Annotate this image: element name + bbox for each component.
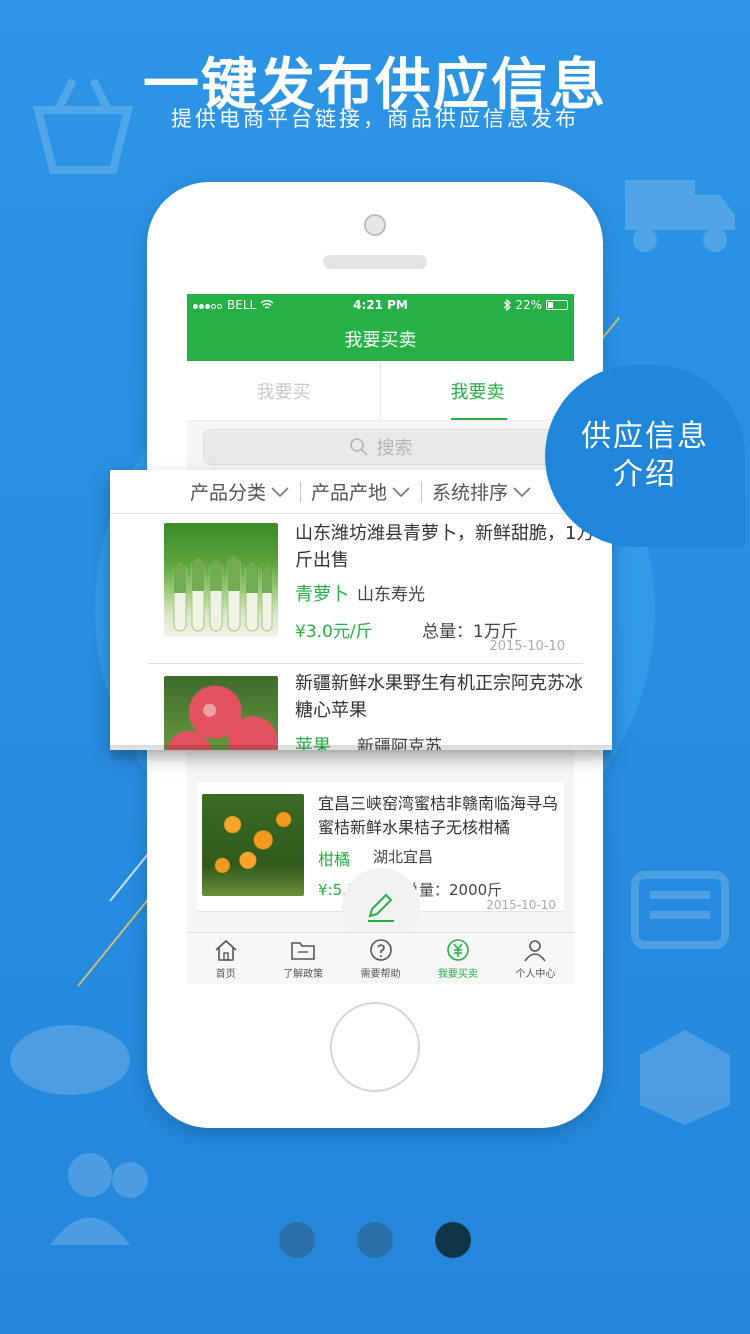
page-dot[interactable] — [357, 1222, 393, 1258]
nav-policy-label: 了解政策 — [283, 969, 324, 980]
phone-home-button[interactable] — [330, 1002, 420, 1092]
nav-help[interactable]: 需要帮助 — [342, 933, 419, 984]
badge-line-1: 供应信息 — [581, 419, 709, 454]
nav-trade-label: 我要买卖 — [437, 969, 478, 980]
folder-icon — [291, 942, 315, 960]
yen-icon — [447, 939, 469, 961]
chevron-down-icon — [513, 486, 531, 497]
promo-subtitle: 提供电商平台链接，商品供应信息发布 — [171, 107, 579, 131]
search-bar: 搜索 — [187, 421, 574, 469]
nav-profile-label: 个人中心 — [515, 969, 556, 980]
nav-home-label: 首页 — [215, 969, 236, 980]
search-icon — [349, 438, 368, 456]
page-dot[interactable] — [279, 1222, 315, 1258]
listing-title: 宜昌三峡窑湾蜜桔非赣南临海寻乌蜜桔新鲜水果桔子无核柑橘 — [318, 794, 559, 837]
phone-speaker — [323, 255, 427, 269]
list-item[interactable]: 山东潍坊潍县青萝卜，新鲜甜脆，1万斤出售 青萝卜 山东寿光 ¥3.0元/斤 总量… — [148, 514, 594, 664]
filter-sort[interactable]: 系统排序 — [422, 481, 542, 504]
cart-icon — [631, 871, 729, 949]
filter-origin-label: 产品产地 — [311, 482, 388, 504]
radish-photo — [164, 523, 278, 637]
nav-help-label: 需要帮助 — [360, 969, 401, 980]
listing-price: ¥3.0元/斤 — [295, 622, 373, 642]
tab-sell[interactable]: 我要卖 — [381, 361, 574, 420]
listing-tag: 青萝卜 — [295, 584, 349, 605]
pencil-icon — [368, 893, 394, 922]
filter-sort-label: 系统排序 — [432, 482, 509, 504]
wifi-icon — [260, 300, 274, 309]
listing-tag: 柑橘 — [318, 850, 351, 869]
buy-sell-tabs: 我要买 我要卖 — [187, 361, 574, 421]
person-icon — [524, 940, 546, 962]
battery-icon — [546, 300, 568, 310]
page-dot-active[interactable] — [435, 1222, 471, 1258]
filter-origin[interactable]: 产品产地 — [301, 480, 423, 504]
badge-line-2: 介绍 — [613, 457, 677, 492]
status-bar: BELL 4:21 PM 22% — [187, 294, 574, 316]
page-indicator — [0, 1222, 750, 1258]
apple-photo — [164, 676, 278, 750]
search-input[interactable]: 搜索 — [203, 429, 558, 465]
chevron-down-icon — [271, 486, 289, 497]
listing-title: 新疆新鲜水果野生有机正宗阿克苏冰糖心苹果 — [295, 673, 583, 721]
nav-home[interactable]: 首页 — [187, 933, 264, 984]
listing-title: 山东潍坊潍县青萝卜，新鲜甜脆，1万斤出售 — [295, 523, 595, 571]
panel-shadow — [110, 745, 612, 763]
help-icon — [369, 939, 392, 961]
battery-percent: 22% — [515, 298, 542, 312]
nav-trade[interactable]: 我要买卖 — [419, 933, 496, 984]
listing-origin: 湖北宜昌 — [373, 848, 434, 866]
truck-icon — [625, 180, 735, 252]
listing-date: 2015-10-10 — [486, 898, 556, 912]
radish-shapes — [173, 556, 273, 632]
listing-date: 2015-10-10 — [489, 639, 565, 654]
feature-badge: 供应信息 介绍 — [545, 365, 745, 547]
tab-buy[interactable]: 我要买 — [187, 361, 380, 420]
nav-policy[interactable]: 了解政策 — [264, 933, 341, 984]
carrier-label: BELL — [227, 298, 257, 312]
home-icon — [215, 939, 237, 961]
page-title: 我要买卖 — [187, 316, 574, 361]
phone-camera — [364, 214, 386, 236]
filter-category[interactable]: 产品分类 — [180, 480, 302, 504]
bluetooth-icon — [503, 299, 512, 311]
search-placeholder: 搜索 — [376, 438, 413, 459]
zoomed-list-panel: 产品分类 产品产地 系统排序 山东潍坊潍县青萝卜，新鲜甜脆，1万斤出售 青萝卜 … — [110, 470, 612, 750]
filter-bar: 产品分类 产品产地 系统排序 — [110, 470, 612, 514]
filter-category-label: 产品分类 — [190, 482, 267, 504]
listing-origin: 山东寿光 — [357, 585, 425, 605]
chevron-down-icon — [392, 486, 410, 497]
nav-profile[interactable]: 个人中心 — [497, 933, 574, 984]
signal-icon — [193, 298, 223, 312]
leaf-icon — [10, 1025, 130, 1095]
list-item[interactable]: 新疆新鲜水果野生有机正宗阿克苏冰糖心苹果 苹果 新疆阿克苏 — [148, 666, 583, 750]
box-icon — [640, 1030, 730, 1125]
bottom-nav: 首页 了解政策 需要帮助 我要买卖 个人中心 — [187, 932, 574, 984]
orange-photo — [202, 794, 304, 896]
